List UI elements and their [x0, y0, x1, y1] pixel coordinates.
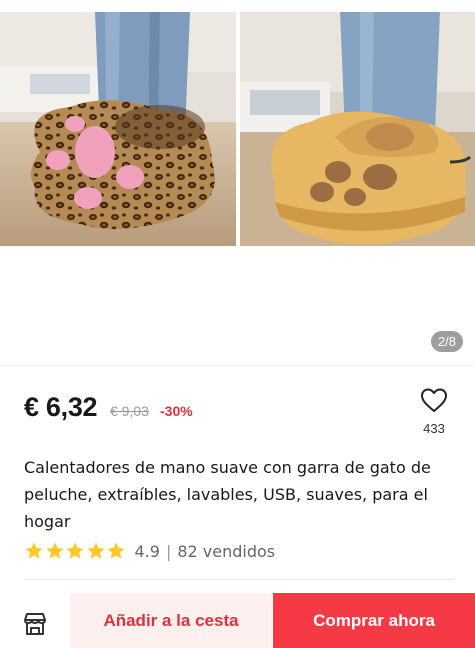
bottom-action-bar: Añadir a la cesta Comprar ahora	[0, 593, 475, 648]
rating-value: 4.9	[134, 541, 160, 561]
star-icon	[87, 542, 104, 559]
sold-count: 82 vendidos	[177, 541, 276, 561]
product-title: Calentadores de mano suave con garra de …	[24, 458, 431, 531]
star-icon	[25, 542, 43, 559]
divider	[24, 579, 454, 580]
rating-summary[interactable]: 4.9 | 82 vendidos	[24, 540, 275, 562]
image-page-indicator: 2/8	[431, 331, 463, 352]
price-row: € 6,32 € 9,03 -30% 433	[0, 365, 475, 449]
star-icon	[46, 542, 63, 559]
store-button[interactable]	[20, 609, 50, 639]
discount-badge: -30%	[160, 403, 193, 419]
heart-outline-icon	[421, 388, 447, 412]
wishlist-count: 433	[423, 421, 445, 436]
buy-now-button[interactable]: Comprar ahora	[273, 593, 475, 648]
product-photo-leopard-slippers[interactable]	[0, 12, 236, 246]
add-to-cart-button[interactable]: Añadir a la cesta	[70, 593, 272, 648]
store-icon	[24, 613, 46, 635]
product-photo-yellow-slippers[interactable]	[240, 12, 475, 246]
original-price: € 9,03	[110, 403, 149, 419]
yellow-paw-slipper-photo	[240, 12, 475, 246]
star-icon	[107, 542, 125, 559]
rating-separator: |	[165, 541, 172, 561]
wishlist-button[interactable]: 433	[414, 386, 454, 436]
star-icon	[66, 542, 84, 559]
leopard-paw-slipper-photo	[0, 12, 236, 246]
current-price: € 6,32	[24, 392, 98, 422]
product-image-gallery[interactable]: 2/8	[0, 0, 475, 365]
star-rating	[24, 541, 127, 561]
